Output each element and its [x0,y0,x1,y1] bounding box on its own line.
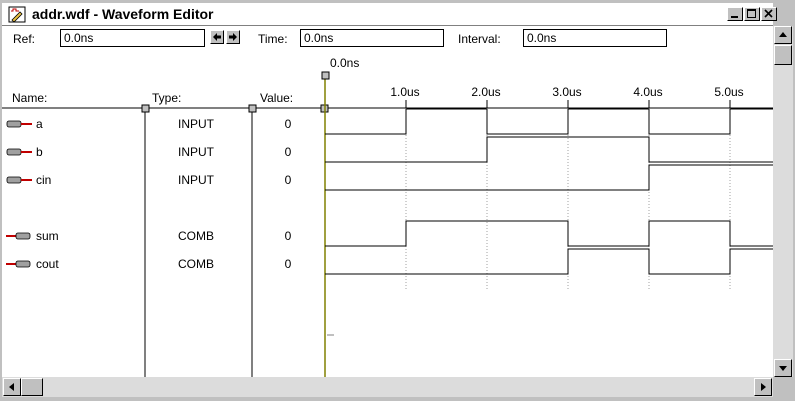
input-pin-icon [6,176,32,184]
time-cursor-handle [321,71,330,80]
waveform-editor-window: addr.wdf - Waveform Editor Ref: 0.0ns Ti… [0,0,795,401]
minimize-button[interactable] [727,7,743,21]
title-bar[interactable]: addr.wdf - Waveform Editor [2,3,777,26]
arrow-right-icon [229,33,237,41]
signal-a-type[interactable]: INPUT [178,117,214,131]
interval-label: Interval: [458,32,501,46]
ref-label: Ref: [13,32,36,46]
close-icon [764,9,773,18]
type-col-handle [248,104,257,113]
time-tick-label: 5.0us [714,85,743,99]
signal-cin-waveform [325,164,773,191]
output-pin-icon [6,260,31,268]
signal-cin-value[interactable]: 0 [268,173,308,187]
output-pin-icon [6,232,31,240]
signal-sum-name[interactable]: sum [36,229,59,243]
arrow-up-icon [779,32,787,37]
scroll-right-button[interactable] [754,378,772,396]
time-tick-label: 2.0us [471,85,500,99]
time-label: Time: [258,32,288,46]
horizontal-scrollbar[interactable] [2,377,773,397]
arrow-left-icon [213,33,221,41]
signal-sum-value[interactable]: 0 [268,229,308,243]
waveform-canvas[interactable]: Name: Type: Value: 0.0ns 1.0us 2.0us 3.0us… [2,50,773,377]
time-tick-label: 1.0us [390,85,419,99]
vertical-scrollbar[interactable] [773,26,793,377]
time-toolbar: Ref: 0.0ns Time: 0.0ns Interval: 0.0ns [2,26,773,50]
scroll-left-button[interactable] [3,378,21,396]
signal-b-waveform [325,136,773,163]
input-pin-icon [6,148,32,156]
interval-field[interactable]: 0.0ns [523,29,667,47]
close-button[interactable] [761,7,777,21]
ref-next-button[interactable] [226,30,240,44]
ref-field[interactable]: 0.0ns [60,29,205,47]
vertical-scroll-thumb[interactable] [774,45,792,65]
signal-a-name[interactable]: a [36,117,43,131]
window-title: addr.wdf - Waveform Editor [32,6,214,22]
signal-sum-waveform [325,220,773,247]
signal-b-value[interactable]: 0 [268,145,308,159]
signal-b-name[interactable]: b [36,145,43,159]
scroll-down-button[interactable] [774,359,792,377]
signal-sum-type[interactable]: COMB [178,229,214,243]
maximize-icon [747,9,756,18]
signal-cin-type[interactable]: INPUT [178,173,214,187]
size-grip[interactable] [773,377,793,397]
waveform-file-icon [8,6,26,23]
arrow-down-icon [779,366,787,371]
ref-prev-button[interactable] [210,30,224,44]
time-field[interactable]: 0.0ns [300,29,444,47]
signal-a-waveform [325,108,773,135]
waveform-grid: 1.0us 2.0us 3.0us 4.0us 5.0us [2,71,773,377]
signal-b-type[interactable]: INPUT [178,145,214,159]
arrow-left-icon [9,383,14,391]
input-pin-icon [6,120,32,128]
signal-cout-name[interactable]: cout [36,257,59,271]
name-col-handle [141,104,150,113]
signal-a-value[interactable]: 0 [268,117,308,131]
minimize-icon [731,16,738,18]
horizontal-scroll-thumb[interactable] [21,378,43,396]
signal-cin-name[interactable]: cin [36,173,51,187]
signal-cout-type[interactable]: COMB [178,257,214,271]
time-tick-label: 3.0us [552,85,581,99]
signal-cout-waveform [325,248,773,275]
time-tick-label: 4.0us [633,85,662,99]
maximize-button[interactable] [744,7,760,21]
scroll-up-button[interactable] [774,26,792,44]
signal-cout-value[interactable]: 0 [268,257,308,271]
arrow-right-icon [761,383,766,391]
